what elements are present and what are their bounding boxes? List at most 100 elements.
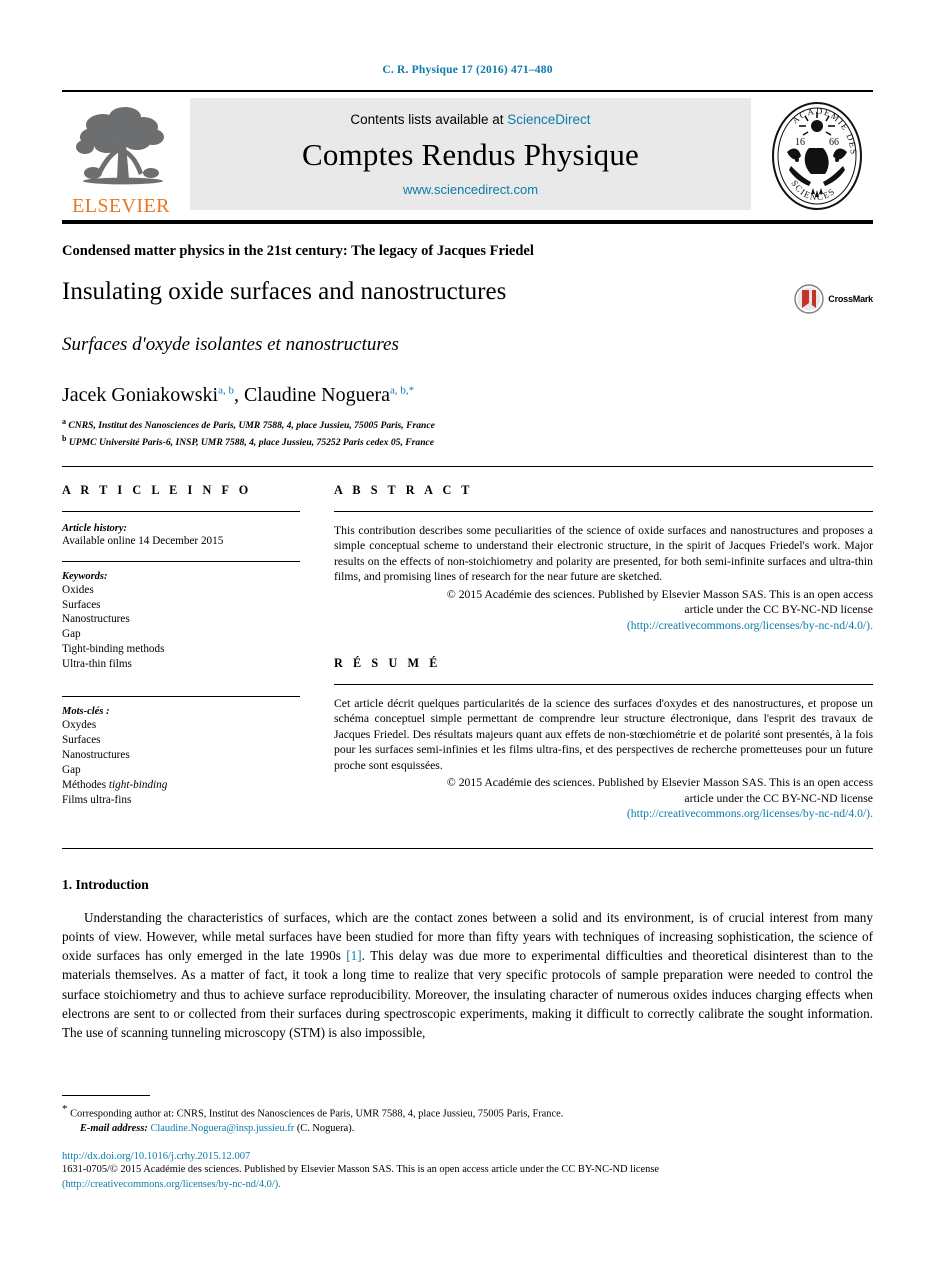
keyword-item: Oxides — [62, 583, 94, 596]
motscle-text: Méthodes — [62, 778, 109, 791]
article-info-column: A R T I C L E I N F O Article history: A… — [62, 483, 324, 822]
affiliation-item: b UPMC Université Paris-6, INSP, UMR 758… — [62, 433, 873, 450]
academie-seal-icon: ACADEMIE DES SCIENCES 16 66 — [772, 102, 862, 210]
crossmark-icon — [794, 284, 824, 314]
citation-link[interactable]: [1] — [346, 948, 361, 963]
resume-copyright: © 2015 Académie des sciences. Published … — [334, 775, 873, 822]
keyword-item: Gap — [62, 628, 81, 641]
author-name[interactable]: Claudine Noguera — [244, 384, 390, 406]
motscle-italic: tight-binding — [108, 778, 168, 791]
affiliation-text: UPMC Université Paris-6, INSP, UMR 7588,… — [68, 436, 435, 448]
resume-heading: R É S U M É — [334, 655, 441, 670]
motscle-text: Gap — [62, 763, 81, 776]
svg-text:66: 66 — [829, 137, 839, 148]
journal-url[interactable]: www.sciencedirect.com — [403, 182, 538, 197]
affiliation-text: CNRS, Institut des Nanosciences de Paris… — [68, 420, 435, 432]
keywords-rule — [62, 560, 300, 562]
contents-prefix: Contents lists available at — [350, 112, 504, 127]
crossmark-label: CrossMark — [828, 294, 873, 304]
section-heading-introduction: 1. Introduction — [62, 877, 149, 893]
affiliation-mark: b — [62, 433, 67, 443]
article-history-label: Article history: — [62, 522, 128, 534]
email-suffix: (C. Noguera). — [296, 1123, 355, 1135]
keywords-label: Keywords: — [62, 570, 108, 582]
journal-banner: Contents lists available at ScienceDirec… — [190, 98, 751, 210]
academie-des-sciences-seal: ACADEMIE DES SCIENCES 16 66 — [761, 92, 873, 220]
keywords-list: Oxides Surfaces Nanostructures Gap Tight… — [62, 583, 300, 672]
elsevier-logo[interactable]: ELSEVIER — [62, 92, 180, 220]
header-rule-bottom — [62, 220, 873, 224]
crossmark-badge[interactable]: CrossMark — [794, 284, 873, 314]
motscles-list: Oxydes Surfaces Nanostructures Gap Métho… — [62, 718, 300, 807]
body-separator-rule — [62, 848, 873, 850]
article-history-value: Available online 14 December 2015 — [62, 534, 224, 547]
footer-license-link[interactable]: (http://creativecommons.org/licenses/by-… — [62, 1179, 281, 1190]
motscle-item: Oxydes — [62, 718, 300, 733]
email-link[interactable]: Claudine.Noguera@insp.jussieu.fr — [150, 1123, 294, 1134]
motscle-text: Nanostructures — [62, 748, 130, 761]
abstract-text: This contribution describes some peculia… — [334, 523, 873, 584]
author-affiliation-marks: a, b,* — [390, 384, 415, 397]
title-row: Insulating oxide surfaces and nanostruct… — [62, 260, 873, 314]
article-info-rule — [62, 510, 300, 512]
sciencedirect-link[interactable]: ScienceDirect — [507, 112, 590, 127]
motscle-item: Nanostructures — [62, 748, 300, 763]
keyword-item: Nanostructures — [62, 613, 130, 626]
affiliation-item: a CNRS, Institut des Nanosciences de Par… — [62, 416, 873, 433]
abstract-rule — [334, 510, 873, 512]
svg-text:16: 16 — [795, 137, 805, 148]
journal-title: Comptes Rendus Physique — [301, 136, 639, 172]
corresponding-author-marker: * — [62, 1102, 68, 1115]
footnote-rule — [62, 1094, 150, 1096]
resume-copyright-line2: article under the CC BY-NC-ND license — [684, 791, 873, 805]
running-head: C. R. Physique 17 (2016) 471–480 — [382, 64, 553, 76]
email-label: E-mail address: — [80, 1123, 148, 1135]
keyword-item: Ultra-thin films — [62, 658, 132, 671]
page-footer: * Corresponding author at: CNRS, Institu… — [62, 1094, 873, 1192]
motscle-text: Oxydes — [62, 719, 97, 732]
motscle-item: Films ultra-fins — [62, 793, 300, 808]
keyword-item: Surfaces — [62, 598, 101, 611]
title-block-rule — [62, 465, 873, 467]
motscle-text: Surfaces — [62, 733, 101, 746]
abstract-copyright-line1: © 2015 Académie des sciences. Published … — [446, 587, 873, 601]
contents-available-line: Contents lists available at ScienceDirec… — [350, 112, 590, 127]
author-name[interactable]: Jacek Goniakowski — [62, 384, 218, 406]
issn-copyright-line: 1631-0705/© 2015 Académie des sciences. … — [62, 1162, 873, 1192]
affiliation-list: a CNRS, Institut des Nanosciences de Par… — [62, 416, 873, 450]
author-affiliation-marks: a, b — [218, 384, 234, 397]
motscle-item: Surfaces — [62, 733, 300, 748]
introduction-paragraph: Understanding the characteristics of sur… — [62, 908, 873, 1042]
motscle-item: Gap — [62, 763, 300, 778]
abstract-column: A B S T R A C T This contribution descri… — [324, 483, 873, 822]
resume-license-link[interactable]: (http://creativecommons.org/licenses/by-… — [627, 807, 873, 820]
motscle-text: Films ultra-fins — [62, 793, 132, 806]
keyword-item: Tight-binding methods — [62, 643, 165, 656]
elsevier-wordmark: ELSEVIER — [72, 195, 170, 217]
issn-copyright-text: 1631-0705/© 2015 Académie des sciences. … — [62, 1163, 659, 1175]
page-title-french: Surfaces d'oxyde isolantes et nanostruct… — [62, 334, 399, 355]
email-note: E-mail address: Claudine.Noguera@insp.ju… — [62, 1122, 873, 1137]
journal-header: ELSEVIER Contents lists available at Sci… — [62, 92, 873, 220]
abstract-heading: A B S T R A C T — [334, 482, 474, 497]
resume-rule — [334, 683, 873, 685]
corresponding-author-note: * Corresponding author at: CNRS, Institu… — [62, 1102, 873, 1122]
article-page: C. R. Physique 17 (2016) 471–480 ELSEVIE… — [0, 0, 935, 1266]
author-list: Jacek Goniakowskia, b, Claudine Nogueraa… — [62, 384, 415, 406]
article-info-heading: A R T I C L E I N F O — [62, 482, 252, 497]
corresponding-author-text: Corresponding author at: CNRS, Institut … — [70, 1108, 564, 1120]
page-title: Insulating oxide surfaces and nanostruct… — [62, 278, 507, 305]
abstract-copyright-line2: article under the CC BY-NC-ND license — [684, 603, 873, 617]
elsevier-tree-icon — [76, 107, 164, 185]
motscles-rule — [62, 696, 300, 698]
abstract-copyright: © 2015 Académie des sciences. Published … — [334, 587, 873, 634]
resume-copyright-line1: © 2015 Académie des sciences. Published … — [446, 776, 873, 790]
issue-series-title: Condensed matter physics in the 21st cen… — [62, 243, 534, 259]
abstract-license-link[interactable]: (http://creativecommons.org/licenses/by-… — [627, 619, 873, 632]
motscle-item: Méthodes tight-binding — [62, 778, 300, 793]
motscles-label: Mots-clés : — [62, 706, 110, 718]
resume-text: Cet article décrit quelques particularit… — [334, 696, 873, 772]
info-abstract-columns: A R T I C L E I N F O Article history: A… — [62, 483, 873, 822]
affiliation-mark: a — [62, 417, 66, 426]
doi-link[interactable]: http://dx.doi.org/10.1016/j.crhy.2015.12… — [62, 1151, 873, 1162]
